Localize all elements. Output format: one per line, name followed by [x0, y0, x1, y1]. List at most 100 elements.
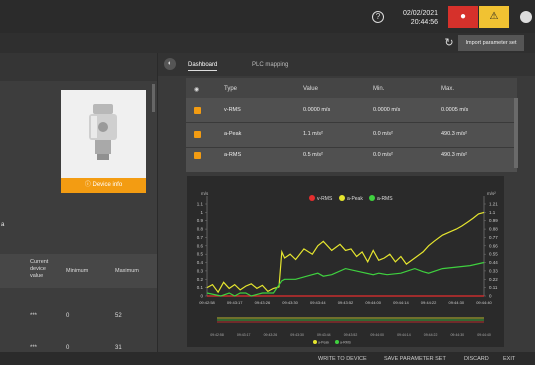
navigator-legend-marker: [335, 340, 339, 344]
gauge-icon[interactable]: ◐: [164, 58, 176, 70]
x-tick: 09:44:22: [421, 300, 437, 305]
left-col-header-max: Maximum: [115, 268, 139, 274]
left-table-body: [0, 300, 157, 340]
x-tick: 09:44:40: [476, 300, 492, 305]
y-left-tick: 0.3: [197, 268, 204, 273]
navigator-tick: 09:43:26: [264, 333, 278, 337]
cell-max: 490.3 m/s²: [441, 131, 467, 137]
write-to-device-button[interactable]: WRITE TO DEVICE: [318, 356, 367, 362]
y-left-tick: 0.5: [197, 252, 204, 257]
cell-min: 0.0000 m/s: [373, 107, 401, 113]
tab-plc-mapping[interactable]: PLC mapping: [252, 62, 288, 68]
col-header-min: Min.: [373, 86, 385, 92]
x-tick: 09:43:30: [282, 300, 298, 305]
grid-scrollbar[interactable]: [514, 98, 518, 168]
cell-type: v-RMS: [224, 107, 241, 113]
refresh-icon[interactable]: ↻: [442, 36, 456, 50]
help-icon[interactable]: ?: [372, 11, 384, 23]
left-row2-max: 31: [115, 345, 122, 351]
y-left-tick: 0.7: [197, 235, 204, 240]
checkbox-a-peak[interactable]: [194, 131, 201, 138]
y-right-unit: m/s²: [487, 191, 496, 196]
cell-value: 1.1 m/s²: [303, 131, 323, 137]
device-info-button[interactable]: ⓘ Device info: [61, 178, 146, 193]
y-left-tick: 0.8: [197, 227, 204, 232]
x-tick: 09:43:52: [338, 300, 354, 305]
y-right-tick: 1.1: [489, 210, 496, 215]
y-right-tick: 1.21: [489, 202, 498, 207]
col-header-max: Max.: [441, 86, 455, 92]
y-left-tick: 0.2: [197, 277, 204, 282]
left-row1-current: ***: [30, 313, 38, 319]
y-right-tick: 0.77: [489, 235, 498, 240]
user-icon[interactable]: [520, 11, 532, 23]
y-left-tick: 0.1: [197, 285, 204, 290]
navigator-tick: 09:44:00: [370, 333, 384, 337]
warning-icon: ⚠: [489, 11, 499, 22]
discard-button[interactable]: DISCARD: [464, 356, 489, 362]
bottom-bar: [0, 352, 535, 365]
y-left-tick: 0: [200, 294, 203, 299]
y-right-tick: 0.66: [489, 243, 498, 248]
x-tick: 09:44:14: [393, 300, 409, 305]
legend-label: v-RMS: [317, 196, 333, 202]
legend-label: a-Peak: [347, 196, 363, 202]
import-parameter-set-button[interactable]: Import parameter set: [458, 35, 524, 51]
y-right-tick: 0: [489, 294, 492, 299]
x-tick: 09:43:26: [255, 300, 271, 305]
y-left-tick: 0.6: [197, 243, 204, 248]
cell-value: 0.0000 m/s: [303, 107, 331, 113]
navigator-tick: 09:44:22: [424, 333, 438, 337]
y-right-tick: 0.11: [489, 285, 498, 290]
series-line-a-Peak: [206, 211, 485, 294]
y-right-tick: 0.44: [489, 260, 498, 265]
navigator-tick: 09:44:30: [450, 333, 464, 337]
left-row2-current: ***: [30, 345, 38, 351]
sensor-image: [89, 104, 117, 160]
y-left-unit: m/s: [201, 191, 209, 196]
checkbox-v-rms[interactable]: [194, 107, 201, 114]
left-row2-min: 0: [66, 345, 70, 351]
navigator-tick: 09:43:30: [290, 333, 304, 337]
navigator-tick: 09:43:17: [237, 333, 251, 337]
eye-icon[interactable]: ◉: [194, 86, 199, 93]
cell-value: 0.5 m/s²: [303, 152, 323, 158]
x-tick: 09:43:17: [227, 300, 243, 305]
time-text: 20:44:56: [410, 19, 439, 26]
x-tick: 09:42:58: [199, 300, 215, 305]
y-right-tick: 0.99: [489, 218, 498, 223]
exit-button[interactable]: EXIT: [503, 356, 515, 362]
trend-chart: v-RMS a-Peak a-RMS m/s 1.1 1 0.9 0.8 0.7 0.6 0.5 0…: [197, 191, 499, 345]
legend-marker: [339, 195, 345, 201]
left-col-header-current: Current device value: [30, 259, 49, 279]
navigator-tick: 09:44:40: [477, 333, 491, 337]
date-text: 02/02/2021: [403, 10, 439, 17]
navigator-legend-label: a-RMS: [340, 341, 352, 345]
cell-min: 0.0 m/s²: [373, 152, 393, 158]
navigator-legend-label: a-Peak: [318, 341, 329, 345]
cell-type: a-RMS: [224, 152, 242, 158]
y-left-tick: 1: [200, 210, 203, 215]
y-right-tick: 0.33: [489, 268, 498, 273]
datetime: 02/02/2021 20:44:56: [403, 9, 438, 27]
cell-min: 0.0 m/s²: [373, 131, 393, 137]
tab-dashboard[interactable]: Dashboard: [188, 62, 218, 71]
y-left-tick: 1.1: [197, 202, 204, 207]
left-row1-min: 0: [66, 313, 70, 319]
save-parameter-set-button[interactable]: SAVE PARAMETER SET: [384, 356, 446, 362]
x-tick: 09:43:44: [310, 300, 326, 305]
alert-warning-button[interactable]: ⚠: [479, 6, 509, 28]
alert-bell-button[interactable]: ●: [448, 6, 478, 28]
x-tick: 09:44:30: [449, 300, 465, 305]
y-left-tick: 0.4: [197, 260, 204, 265]
left-col-header-min: Minimum: [66, 268, 89, 274]
navigator-tick: 09:44:14: [397, 333, 411, 337]
checkbox-a-rms[interactable]: [194, 152, 201, 159]
left-scrollbar[interactable]: [152, 84, 155, 112]
legend-marker: [309, 195, 315, 201]
y-right-tick: 0.22: [489, 277, 498, 282]
navigator-tick: 09:43:44: [317, 333, 331, 337]
chart-panel: v-RMS a-Peak a-RMS m/s 1.1 1 0.9 0.8 0.7 0.6 0.5 0…: [187, 176, 504, 347]
left-panel-header: [0, 53, 157, 81]
bell-icon: ●: [459, 11, 467, 22]
